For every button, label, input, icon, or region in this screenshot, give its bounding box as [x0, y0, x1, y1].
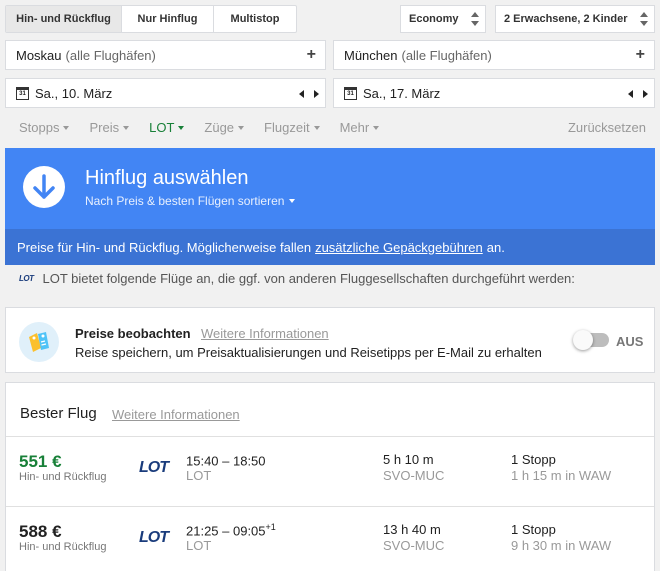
filter-bar: Stopps Preis LOT Züge Flugzeit Mehr: [19, 120, 399, 135]
price-tag-icon: [19, 322, 59, 362]
price-watch-toggle[interactable]: [573, 330, 609, 350]
add-destination-icon[interactable]: +: [636, 46, 645, 64]
next-date-icon[interactable]: [314, 90, 319, 98]
arrow-down-icon: [23, 166, 65, 208]
depart-date-field[interactable]: 31 Sa., 10. März: [5, 78, 326, 108]
price-watch-card: Preise beobachten Weitere Informationen …: [5, 307, 655, 373]
prev-date-icon[interactable]: [299, 90, 304, 98]
filter-trains[interactable]: Züge: [204, 120, 245, 135]
flight-price-type: Hin- und Rückflug: [19, 471, 107, 483]
prev-date-icon[interactable]: [628, 90, 633, 98]
price-watch-toggle-label: AUS: [616, 334, 644, 349]
next-date-icon[interactable]: [643, 90, 648, 98]
best-flights-card: Bester Flug Weitere Informationen 551 € …: [5, 382, 655, 571]
baggage-notice: Preise für Hin- und Rückflug. Möglicherw…: [5, 229, 655, 265]
add-origin-icon[interactable]: +: [307, 46, 316, 64]
sort-dropdown[interactable]: Nach Preis & besten Flügen sortieren: [85, 194, 296, 208]
select-arrows-icon: [640, 12, 648, 26]
caret-down-icon: [178, 125, 185, 130]
cabin-class-value: Economy: [409, 13, 459, 25]
filter-flight-time[interactable]: Flugzeit: [264, 120, 320, 135]
trip-type-selector: Hin- und Rückflug Nur Hinflug Multistop: [5, 5, 297, 33]
caret-down-icon: [313, 125, 320, 130]
airline-notice: LOT LOT bietet folgende Flüge an, die gg…: [19, 271, 575, 286]
filter-price[interactable]: Preis: [89, 120, 130, 135]
flight-duration: 13 h 40 m: [383, 522, 441, 537]
flight-price-type: Hin- und Rückflug: [19, 541, 107, 553]
depart-date-value: Sa., 10. März: [35, 85, 113, 101]
trip-type-roundtrip[interactable]: Hin- und Rückflug: [6, 6, 122, 32]
caret-down-icon: [373, 125, 380, 130]
caret-down-icon: [289, 199, 296, 203]
price-watch-description: Reise speichern, um Preisaktualisierunge…: [75, 345, 542, 360]
origin-city: Moskau: [16, 47, 62, 63]
filter-airline[interactable]: LOT: [149, 120, 185, 135]
toggle-knob: [573, 330, 593, 350]
origin-detail: (alle Flughäfen): [65, 47, 156, 63]
flight-row[interactable]: 588 € Hin- und Rückflug LOT 21:25 – 09:0…: [6, 506, 654, 568]
price-watch-title: Preise beobachten: [75, 326, 191, 341]
best-flights-title: Bester Flug: [20, 405, 97, 422]
price-watch-more-link[interactable]: Weitere Informationen: [201, 326, 329, 341]
flight-duration: 5 h 10 m: [383, 452, 434, 467]
caret-down-icon: [63, 125, 70, 130]
destination-city: München: [344, 47, 398, 63]
filter-more[interactable]: Mehr: [340, 120, 380, 135]
passengers-value: 2 Erwachsene, 2 Kinder: [504, 13, 628, 25]
flight-time: 21:25 – 09:05+1: [186, 522, 276, 539]
lot-logo-icon: LOT: [139, 459, 169, 476]
flight-stops: 1 Stopp: [511, 522, 556, 537]
flight-airline: LOT: [186, 538, 212, 553]
lot-logo-icon: LOT: [19, 274, 34, 283]
destination-detail: (alle Flughäfen): [401, 47, 492, 63]
flight-layover: 1 h 15 m in WAW: [511, 468, 612, 483]
flight-route: SVO-MUC: [383, 468, 445, 483]
flight-stops: 1 Stopp: [511, 452, 556, 467]
lot-logo-icon: LOT: [139, 529, 169, 546]
passengers-select[interactable]: 2 Erwachsene, 2 Kinder: [495, 5, 655, 33]
reset-filters-button[interactable]: Zurücksetzen: [568, 120, 646, 135]
caret-down-icon: [238, 125, 245, 130]
select-arrows-icon: [471, 12, 479, 26]
trip-type-multistop[interactable]: Multistop: [214, 6, 296, 32]
flight-price: 551 €: [19, 452, 62, 471]
flight-price: 588 €: [19, 522, 62, 541]
filter-stops[interactable]: Stopps: [19, 120, 70, 135]
origin-field[interactable]: Moskau (alle Flughäfen) +: [5, 40, 326, 70]
caret-down-icon: [123, 125, 130, 130]
return-date-field[interactable]: 31 Sa., 17. März: [333, 78, 655, 108]
flight-route: SVO-MUC: [383, 538, 445, 553]
best-flights-more-link[interactable]: Weitere Informationen: [112, 407, 240, 422]
banner-title: Hinflug auswählen: [85, 167, 249, 189]
return-date-value: Sa., 17. März: [363, 85, 441, 101]
select-outbound-banner: Hinflug auswählen Nach Preis & besten Fl…: [5, 148, 655, 265]
airline-notice-text: LOT bietet folgende Flüge an, die ggf. v…: [42, 271, 575, 286]
destination-field[interactable]: München (alle Flughäfen) +: [333, 40, 655, 70]
flight-row[interactable]: 551 € Hin- und Rückflug LOT 15:40 – 18:5…: [6, 436, 654, 498]
flight-time: 15:40 – 18:50: [186, 453, 266, 469]
calendar-icon: 31: [344, 86, 357, 100]
calendar-icon: 31: [16, 86, 29, 100]
trip-type-oneway[interactable]: Nur Hinflug: [122, 6, 214, 32]
baggage-fees-link[interactable]: zusätzliche Gepäckgebühren: [315, 240, 483, 255]
cabin-class-select[interactable]: Economy: [400, 5, 486, 33]
flight-airline: LOT: [186, 468, 212, 483]
flight-layover: 9 h 30 m in WAW: [511, 538, 612, 553]
